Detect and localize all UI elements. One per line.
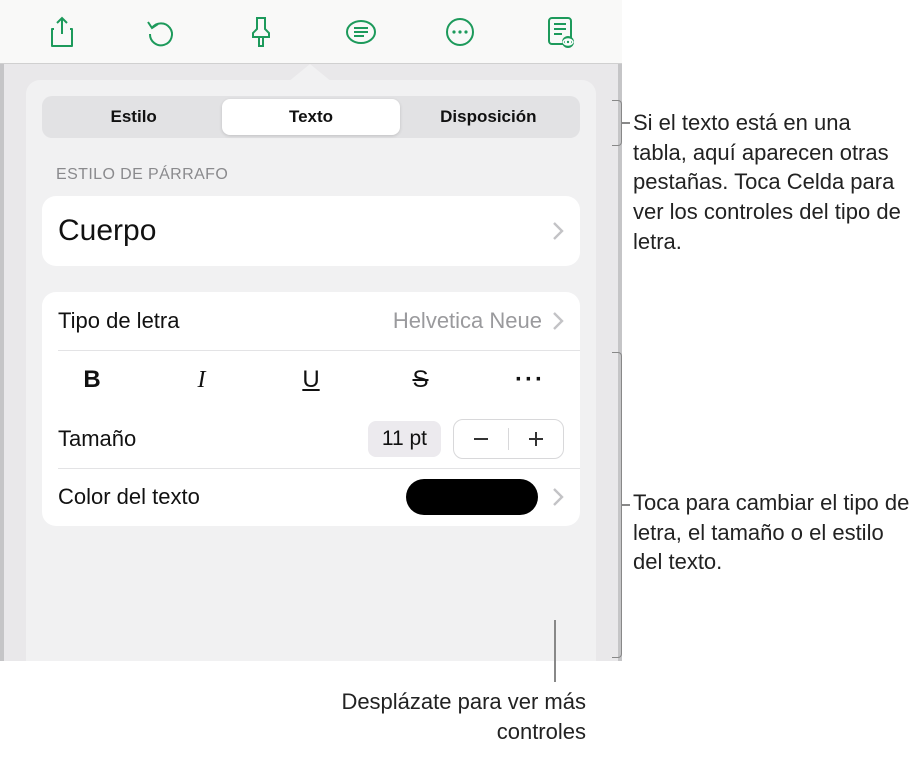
- font-value: Helvetica Neue: [393, 308, 542, 334]
- underline-button[interactable]: U: [283, 360, 339, 400]
- italic-button[interactable]: I: [174, 360, 230, 400]
- text-color-swatch[interactable]: [406, 479, 538, 515]
- text-color-label: Color del texto: [58, 484, 406, 510]
- popover-arrow: [288, 64, 332, 82]
- size-increase-button[interactable]: [509, 420, 563, 458]
- callout-leader-scroll: [554, 620, 556, 682]
- size-value[interactable]: 11 pt: [368, 421, 441, 457]
- callout-bracket-font: [612, 352, 622, 658]
- callout-leader-tabs: [622, 122, 630, 124]
- more-icon: [444, 16, 476, 48]
- paragraph-style-value: Cuerpo: [58, 196, 552, 266]
- paragraph-style-card: Cuerpo: [42, 196, 580, 266]
- paragraph-button[interactable]: [337, 8, 385, 56]
- callout-leader-font: [622, 504, 630, 506]
- chevron-right-icon: [552, 311, 564, 331]
- undo-button[interactable]: [137, 8, 185, 56]
- top-toolbar: [0, 0, 622, 64]
- plus-icon: [526, 429, 546, 449]
- paragraph-icon: [345, 18, 377, 46]
- tab-texto[interactable]: Texto: [222, 99, 399, 135]
- text-color-row[interactable]: Color del texto: [42, 468, 580, 526]
- size-stepper: [453, 419, 564, 459]
- font-label: Tipo de letra: [58, 308, 393, 334]
- share-button[interactable]: [38, 8, 86, 56]
- chevron-right-icon: [552, 487, 564, 507]
- tab-disposicion[interactable]: Disposición: [400, 99, 577, 135]
- text-properties-card: Tipo de letra Helvetica Neue B I U S ···…: [42, 292, 580, 526]
- callout-font-note: Toca para cambiar el tipo de letra, el t…: [633, 488, 911, 577]
- size-row: Tamaño 11 pt: [42, 410, 580, 468]
- format-panel-backdrop: Estilo Texto Disposición ESTILO DE PÁRRA…: [0, 64, 622, 661]
- font-row[interactable]: Tipo de letra Helvetica Neue: [42, 292, 580, 350]
- paragraph-style-section-label: ESTILO DE PÁRRAFO: [56, 166, 580, 184]
- bold-button[interactable]: B: [64, 360, 120, 400]
- presenter-icon: [544, 15, 576, 49]
- chevron-right-icon: [552, 221, 564, 241]
- format-button[interactable]: [237, 8, 285, 56]
- size-decrease-button[interactable]: [454, 420, 508, 458]
- format-panel: Estilo Texto Disposición ESTILO DE PÁRRA…: [26, 80, 596, 661]
- strikethrough-button[interactable]: S: [393, 360, 449, 400]
- tab-estilo[interactable]: Estilo: [45, 99, 222, 135]
- presenter-button[interactable]: [536, 8, 584, 56]
- callout-scroll-note: Desplázate para ver más controles: [286, 687, 586, 746]
- callout-bracket-tabs: [612, 100, 622, 146]
- more-button[interactable]: [436, 8, 484, 56]
- paragraph-style-row[interactable]: Cuerpo: [42, 196, 580, 266]
- format-brush-icon: [246, 15, 276, 49]
- callout-tabs-note: Si el texto está en una tabla, aquí apar…: [633, 108, 908, 256]
- format-tabs: Estilo Texto Disposición: [42, 96, 580, 138]
- minus-icon: [471, 429, 491, 449]
- size-label: Tamaño: [58, 426, 368, 452]
- share-icon: [48, 16, 76, 48]
- undo-icon: [145, 16, 177, 48]
- more-text-styles-button[interactable]: ···: [502, 360, 558, 400]
- text-style-row: B I U S ···: [42, 350, 580, 410]
